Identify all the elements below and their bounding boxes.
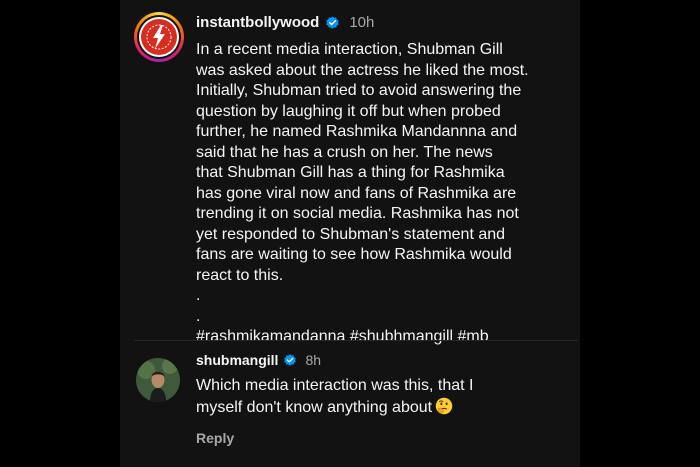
comments-panel: instantbollywood 10h In a recent media i…: [120, 0, 580, 467]
avatar[interactable]: [139, 17, 179, 57]
thinking-face-emoji-icon: [435, 397, 453, 415]
post-username[interactable]: instantbollywood: [196, 14, 319, 31]
reply-timestamp: 8h: [305, 352, 322, 368]
reply-username[interactable]: shubmangill: [196, 352, 278, 368]
reply-header: shubmangill 8h: [196, 350, 321, 370]
story-ring[interactable]: [134, 12, 184, 62]
verified-badge-icon: [283, 353, 297, 367]
reply-button[interactable]: Reply: [196, 430, 234, 446]
post-header: instantbollywood 10h: [196, 10, 374, 34]
divider: [134, 340, 578, 341]
verified-badge-icon: [325, 15, 340, 30]
reply-text: Which media interaction was this, that I…: [196, 377, 474, 416]
avatar[interactable]: [136, 358, 180, 402]
post-timestamp: 10h: [349, 13, 375, 31]
avatar-gap: [137, 15, 181, 59]
instant-bollywood-logo-icon: [141, 19, 177, 55]
post-caption-text: In a recent media interaction, Shubman G…: [196, 41, 529, 345]
reply-text-block: Which media interaction was this, that I…: [196, 376, 556, 418]
